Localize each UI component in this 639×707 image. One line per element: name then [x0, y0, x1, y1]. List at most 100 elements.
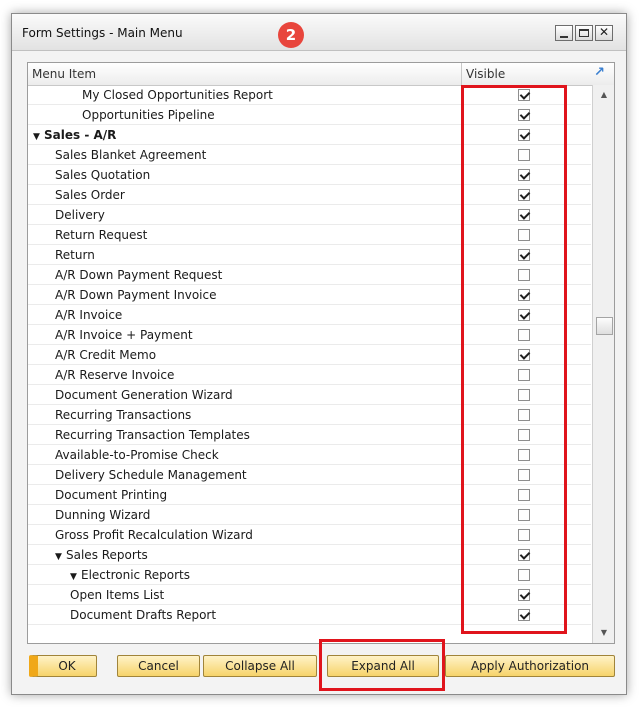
visible-checkbox[interactable]: [518, 109, 530, 121]
menu-item-text: A/R Down Payment Request: [55, 268, 223, 282]
scroll-up-icon[interactable]: ▲: [593, 87, 614, 103]
table-row[interactable]: ▼ Sales - A/R: [28, 125, 591, 145]
visible-checkbox[interactable]: [518, 189, 530, 201]
grid-header: Menu Item Visible ↗: [28, 63, 614, 86]
menu-item-text: My Closed Opportunities Report: [82, 88, 273, 102]
visible-checkbox[interactable]: [518, 369, 530, 381]
table-row[interactable]: ▼ Electronic Reports: [28, 565, 591, 585]
table-row[interactable]: Gross Profit Recalculation Wizard: [28, 525, 591, 545]
column-header-menu-item[interactable]: Menu Item: [28, 63, 462, 85]
menu-item-text: A/R Down Payment Invoice: [55, 288, 217, 302]
maximize-button[interactable]: [575, 25, 593, 41]
scroll-down-icon[interactable]: ▼: [593, 625, 614, 641]
expand-triangle-icon[interactable]: ▼: [33, 132, 44, 142]
table-row[interactable]: Dunning Wizard: [28, 505, 591, 525]
menu-item-label: Document Drafts Report: [70, 608, 216, 622]
menu-item-label: ▼ Sales - A/R: [33, 128, 116, 142]
vertical-scrollbar[interactable]: ▲ ▼: [592, 85, 614, 643]
title-bar[interactable]: Form Settings - Main Menu 2 ✕: [12, 14, 626, 51]
table-row[interactable]: ▼ Sales Reports: [28, 545, 591, 565]
apply-authorization-button[interactable]: Apply Authorization: [445, 655, 615, 677]
visible-checkbox[interactable]: [518, 209, 530, 221]
collapse-all-button[interactable]: Collapse All: [203, 655, 317, 677]
visible-cell: [462, 105, 591, 124]
table-row[interactable]: A/R Reserve Invoice: [28, 365, 591, 385]
visible-checkbox[interactable]: [518, 469, 530, 481]
cancel-button[interactable]: Cancel: [117, 655, 200, 677]
visible-cell: [462, 605, 591, 624]
table-row[interactable]: A/R Invoice + Payment: [28, 325, 591, 345]
table-row[interactable]: Recurring Transaction Templates: [28, 425, 591, 445]
menu-item-text: Recurring Transaction Templates: [55, 428, 250, 442]
table-row[interactable]: Document Printing: [28, 485, 591, 505]
visible-cell: [462, 325, 591, 344]
table-row[interactable]: Available-to-Promise Check: [28, 445, 591, 465]
table-row[interactable]: Delivery Schedule Management: [28, 465, 591, 485]
visible-cell: [462, 545, 591, 564]
visible-cell: [462, 305, 591, 324]
table-row[interactable]: Delivery: [28, 205, 591, 225]
expand-column-icon[interactable]: ↗: [594, 66, 608, 80]
menu-item-label: Document Printing: [55, 488, 167, 502]
visible-checkbox[interactable]: [518, 329, 530, 341]
visible-checkbox[interactable]: [518, 289, 530, 301]
expand-triangle-icon[interactable]: ▼: [70, 572, 81, 582]
column-header-visible[interactable]: Visible: [462, 63, 590, 85]
visible-cell: [462, 585, 591, 604]
visible-checkbox[interactable]: [518, 489, 530, 501]
visible-checkbox[interactable]: [518, 409, 530, 421]
visible-checkbox[interactable]: [518, 269, 530, 281]
menu-item-label: Gross Profit Recalculation Wizard: [55, 528, 253, 542]
table-row[interactable]: A/R Invoice: [28, 305, 591, 325]
visible-checkbox[interactable]: [518, 129, 530, 141]
visible-checkbox[interactable]: [518, 569, 530, 581]
visible-checkbox[interactable]: [518, 89, 530, 101]
visible-cell: [462, 425, 591, 444]
table-row[interactable]: A/R Down Payment Request: [28, 265, 591, 285]
table-row[interactable]: Sales Blanket Agreement: [28, 145, 591, 165]
table-row[interactable]: Return Request: [28, 225, 591, 245]
ok-button[interactable]: OK: [29, 655, 97, 677]
minimize-button[interactable]: [555, 25, 573, 41]
visible-cell: [462, 525, 591, 544]
visible-checkbox[interactable]: [518, 249, 530, 261]
table-row[interactable]: Recurring Transactions: [28, 405, 591, 425]
visible-checkbox[interactable]: [518, 549, 530, 561]
table-row[interactable]: Return: [28, 245, 591, 265]
visible-checkbox[interactable]: [518, 309, 530, 321]
expand-triangle-icon[interactable]: ▼: [55, 552, 66, 562]
visible-checkbox[interactable]: [518, 449, 530, 461]
expand-all-button[interactable]: Expand All: [327, 655, 439, 677]
visible-checkbox[interactable]: [518, 529, 530, 541]
visible-checkbox[interactable]: [518, 509, 530, 521]
visible-cell: [462, 285, 591, 304]
table-row[interactable]: Opportunities Pipeline: [28, 105, 591, 125]
visible-checkbox[interactable]: [518, 589, 530, 601]
visible-checkbox[interactable]: [518, 169, 530, 181]
menu-item-text: Sales Blanket Agreement: [55, 148, 207, 162]
menu-item-label: Delivery: [55, 208, 105, 222]
scroll-thumb[interactable]: [596, 317, 613, 335]
visible-cell: [462, 225, 591, 244]
visible-checkbox[interactable]: [518, 149, 530, 161]
table-row[interactable]: Sales Order: [28, 185, 591, 205]
menu-item-label: Document Generation Wizard: [55, 388, 233, 402]
menu-item-label: ▼ Electronic Reports: [70, 568, 190, 582]
menu-item-label: Open Items List: [70, 588, 164, 602]
visible-checkbox[interactable]: [518, 429, 530, 441]
visible-checkbox[interactable]: [518, 609, 530, 621]
table-row[interactable]: Document Drafts Report: [28, 605, 591, 625]
table-row[interactable]: Document Generation Wizard: [28, 385, 591, 405]
visible-checkbox[interactable]: [518, 229, 530, 241]
table-row[interactable]: Sales Quotation: [28, 165, 591, 185]
table-row[interactable]: Open Items List: [28, 585, 591, 605]
visible-checkbox[interactable]: [518, 389, 530, 401]
visible-cell: [462, 265, 591, 284]
table-row[interactable]: My Closed Opportunities Report: [28, 85, 591, 105]
menu-item-text: Opportunities Pipeline: [82, 108, 215, 122]
visible-cell: [462, 465, 591, 484]
close-button[interactable]: ✕: [595, 25, 613, 41]
table-row[interactable]: A/R Down Payment Invoice: [28, 285, 591, 305]
table-row[interactable]: A/R Credit Memo: [28, 345, 591, 365]
visible-checkbox[interactable]: [518, 349, 530, 361]
